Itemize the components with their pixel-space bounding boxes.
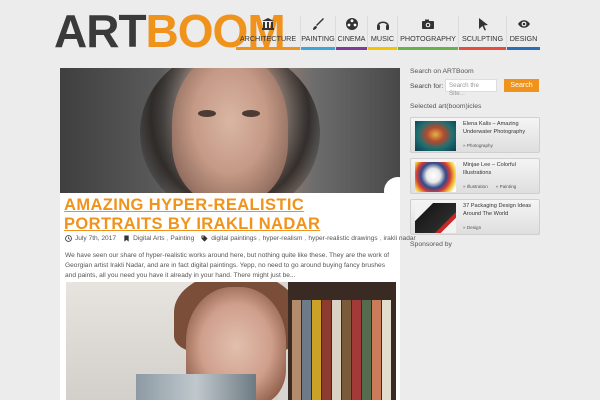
nav-item-cinema[interactable]: CINEMA bbox=[335, 16, 367, 50]
nav-item-painting[interactable]: PAINTING bbox=[300, 16, 335, 50]
nav-label: DESIGN bbox=[509, 34, 538, 43]
book-spine bbox=[322, 300, 331, 400]
photo-bookshelf bbox=[288, 282, 396, 400]
main-content: AMAZING HYPER-REALISTIC PORTRAITS BY IRA… bbox=[60, 68, 416, 400]
camera-icon bbox=[422, 19, 434, 29]
article-categories: » Photography bbox=[463, 143, 501, 148]
headphones-icon bbox=[376, 21, 389, 30]
film-reel-icon bbox=[345, 18, 358, 30]
nav-item-architecture[interactable]: ARCHITECTURE bbox=[236, 16, 300, 50]
article-title: Elena Kalis – Amazing Underwater Photogr… bbox=[463, 121, 526, 135]
article-thumbnail bbox=[415, 121, 456, 151]
sidebar-article-card[interactable]: 37 Packaging Design Ideas Around The Wor… bbox=[410, 199, 540, 235]
book-spine bbox=[362, 300, 371, 400]
nav-label: SCULPTING bbox=[461, 34, 504, 43]
selected-articles-heading: Selected art(boom)icles bbox=[410, 103, 482, 110]
bookmark-icon bbox=[124, 235, 129, 242]
bank-icon bbox=[262, 18, 274, 30]
book-spine bbox=[342, 300, 351, 400]
article-image[interactable] bbox=[66, 282, 396, 400]
sidebar-article-card[interactable]: Minjae Lee – Colorful Illustrations » Il… bbox=[410, 158, 540, 194]
book-spine bbox=[382, 300, 391, 400]
cursor-icon bbox=[478, 18, 488, 31]
nav-color-bar bbox=[368, 47, 397, 50]
book-spine bbox=[352, 300, 361, 400]
sidebar-article-card[interactable]: Elena Kalis – Amazing Underwater Photogr… bbox=[410, 117, 540, 153]
article-categories: » Design bbox=[463, 225, 489, 230]
nav-color-bar bbox=[459, 47, 506, 50]
eye-icon bbox=[517, 20, 530, 28]
book-spine bbox=[312, 300, 321, 400]
nav-item-music[interactable]: MUSIC bbox=[367, 16, 397, 50]
photo-picture-frame bbox=[136, 374, 256, 400]
book-spine bbox=[332, 300, 341, 400]
post-tag-link[interactable]: hyper-realism bbox=[263, 235, 303, 242]
main-navigation: ARCHITECTURE PAINTING CINEMA MUSIC PHOTO… bbox=[236, 16, 540, 50]
book-spine bbox=[372, 300, 381, 400]
nav-label: PHOTOGRAPHY bbox=[400, 34, 456, 43]
sponsored-heading: Sponsored by bbox=[410, 241, 452, 248]
article-thumbnail bbox=[415, 203, 456, 233]
category-tag[interactable]: » Painting bbox=[496, 184, 520, 189]
category-label: Photography bbox=[466, 143, 493, 148]
post-tag-link[interactable]: digital paintings bbox=[211, 235, 256, 242]
nav-label: MUSIC bbox=[370, 34, 395, 43]
post-title[interactable]: AMAZING HYPER-REALISTIC PORTRAITS BY IRA… bbox=[64, 196, 398, 234]
nav-item-photography[interactable]: PHOTOGRAPHY bbox=[397, 16, 458, 50]
hero-eye-left bbox=[198, 110, 216, 117]
nav-label: ARCHITECTURE bbox=[239, 34, 297, 43]
category-tag[interactable]: » Photography bbox=[463, 143, 497, 148]
article-title: Minjae Lee – Colorful Illustrations bbox=[463, 162, 516, 176]
search-heading: Search on ARTBoom bbox=[410, 68, 474, 75]
nav-label: PAINTING bbox=[301, 34, 335, 43]
category-tag[interactable]: » Illustration bbox=[463, 184, 492, 189]
nav-color-bar bbox=[236, 47, 300, 50]
article-title: 37 Packaging Design Ideas Around The Wor… bbox=[463, 203, 532, 217]
hero-eye-right bbox=[242, 110, 260, 117]
post-tag-link[interactable]: hyper-realistic drawings bbox=[308, 235, 377, 242]
hero-face-shape bbox=[172, 68, 288, 193]
image-corner-fold bbox=[384, 177, 400, 193]
search-label: Search for: bbox=[410, 83, 444, 90]
post-category-link[interactable]: Digital Arts bbox=[133, 235, 165, 242]
article-thumbnail bbox=[415, 162, 456, 192]
article-categories: » Illustration » Painting bbox=[463, 184, 524, 189]
post-excerpt: We have seen our share of hyper-realisti… bbox=[65, 252, 390, 279]
search-input[interactable]: Search the Site... bbox=[445, 79, 497, 97]
nav-color-bar bbox=[507, 47, 540, 50]
featured-image[interactable] bbox=[60, 68, 400, 193]
nav-color-bar bbox=[398, 47, 458, 50]
nav-item-design[interactable]: DESIGN bbox=[506, 16, 540, 50]
tags-icon bbox=[201, 235, 208, 242]
brush-icon bbox=[313, 18, 324, 30]
nav-color-bar bbox=[301, 47, 335, 50]
book-spine bbox=[292, 300, 301, 400]
logo-part-art: ART bbox=[54, 5, 147, 57]
nav-item-sculpting[interactable]: SCULPTING bbox=[458, 16, 506, 50]
category-label: Illustration bbox=[466, 184, 488, 189]
post-date: July 7th, 2017 bbox=[75, 235, 117, 242]
category-label: Design bbox=[466, 225, 482, 230]
nav-color-bar bbox=[336, 47, 367, 50]
nav-label: CINEMA bbox=[337, 34, 366, 43]
category-label: Painting bbox=[499, 184, 517, 189]
clock-icon bbox=[65, 235, 72, 242]
post-meta: July 7th, 2017 Digital Arts, Painting di… bbox=[65, 235, 416, 242]
search-button[interactable]: Search bbox=[504, 79, 539, 92]
category-tag[interactable]: » Design bbox=[463, 225, 485, 230]
post-category-link[interactable]: Painting bbox=[170, 235, 194, 242]
book-spine bbox=[302, 300, 311, 400]
